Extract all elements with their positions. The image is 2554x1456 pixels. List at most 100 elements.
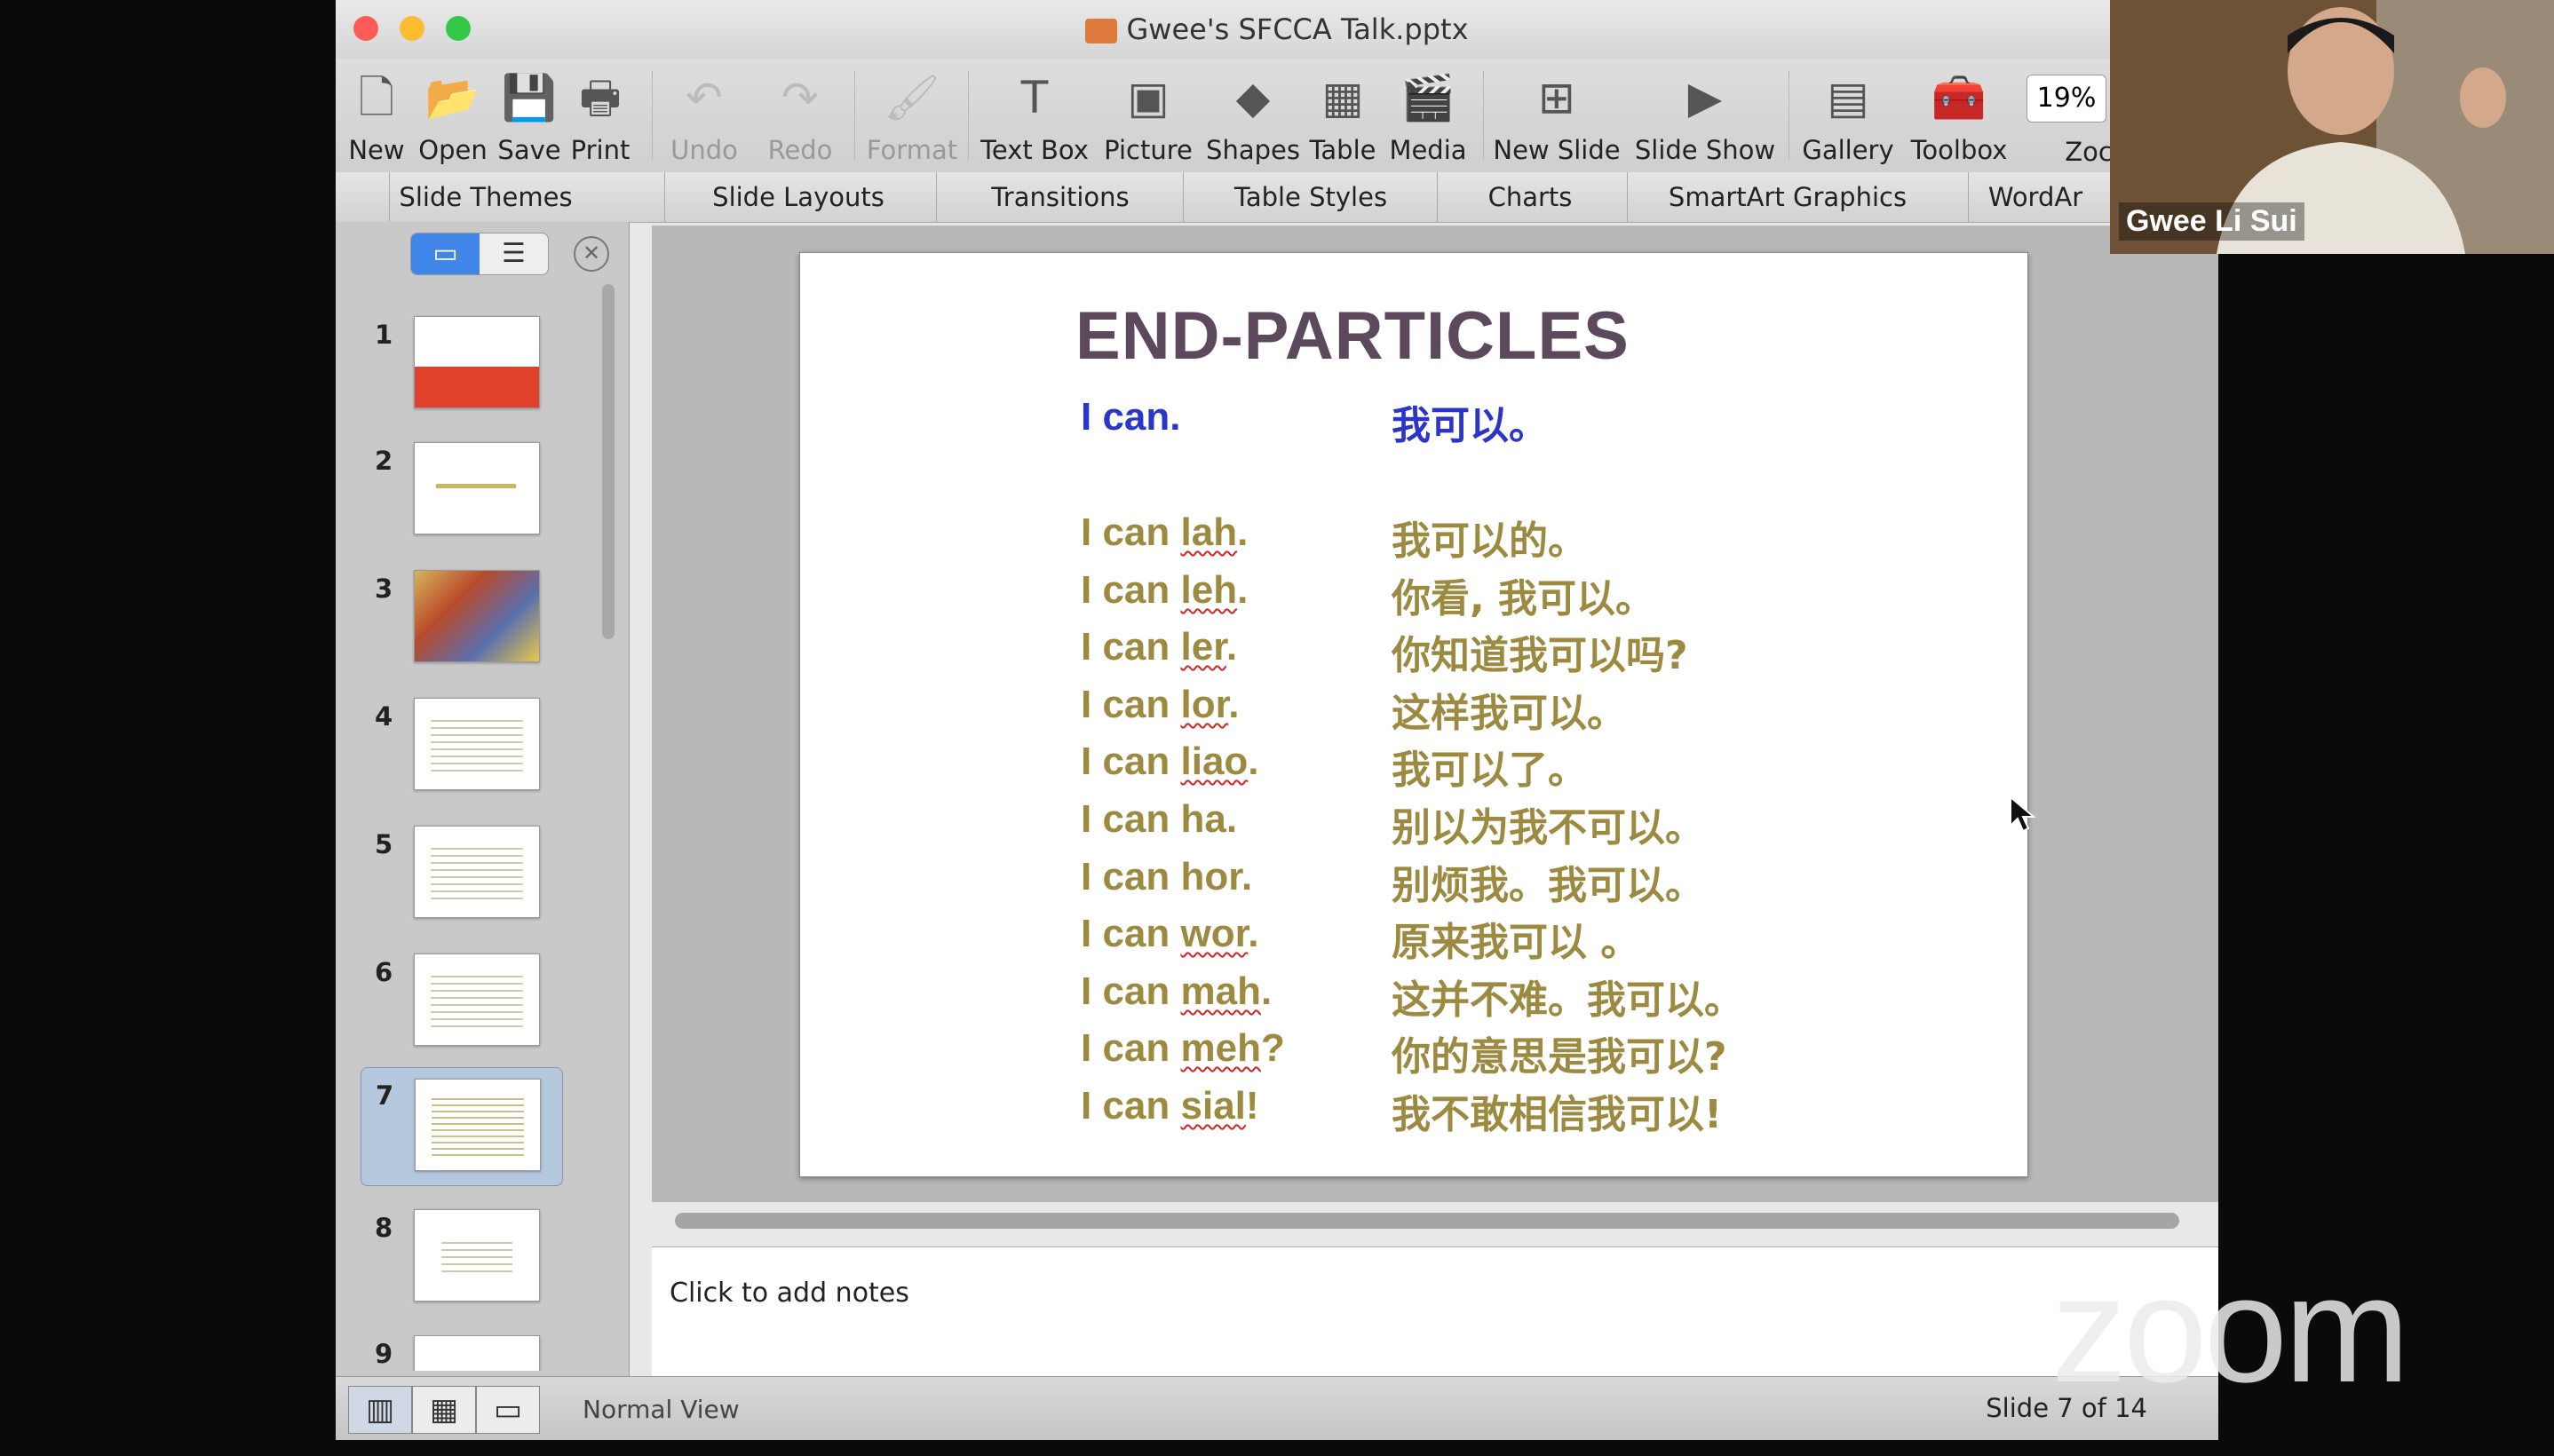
row-english[interactable]: I can ha. [1081,797,1237,842]
undo-icon: ↶ [686,72,723,123]
toolbar-separator [652,71,653,160]
row-english[interactable]: I can wor. [1081,912,1259,956]
row-chinese[interactable]: 这并不难。我可以。 [1392,968,1743,1025]
picture-button[interactable]: ▣ Picture [1099,67,1197,165]
row-chinese[interactable]: 你看, 我可以。 [1392,566,1654,623]
thumbnail-slide-5[interactable]: 5 [336,826,602,946]
print-button[interactable]: 🖶 Print [565,67,636,165]
row-chinese[interactable]: 原来我可以 。 [1392,910,1639,967]
gallery-button[interactable]: ▤ Gallery [1799,67,1897,165]
row-english[interactable]: I can sial! [1081,1084,1259,1128]
thumbnail-image [414,1335,540,1371]
current-slide[interactable]: END-PARTICLES I can. 我可以。 I can lah. 我可以的… [799,252,2028,1177]
save-icon: 💾 [501,72,558,123]
row-chinese[interactable]: 你的意思是我可以? [1392,1025,1727,1081]
row-chinese[interactable]: 别烦我。我可以。 [1392,853,1704,910]
slides-view-button[interactable]: ▭ [411,233,480,274]
participant-video: Gwee Li Sui [2110,0,2554,254]
thumbnail-number: 7 [376,1080,394,1111]
row-chinese[interactable]: 我可以的。 [1392,509,1587,566]
pptx-file-icon [1085,19,1118,44]
row-suffix: . [1225,797,1238,841]
tab-wordart[interactable]: WordAr [1968,172,2102,222]
thumbnail-slide-8[interactable]: 8 [336,1209,602,1330]
header-chinese[interactable]: 我可以。 [1392,393,1548,450]
row-suffix: . [1260,969,1273,1013]
slide-show-button[interactable]: ▶ Slide Show [1634,67,1776,165]
row-chinese[interactable]: 你知道我可以吗? [1392,623,1688,680]
toolbar-separator [968,71,969,160]
format-button[interactable]: 🖌 Format [863,67,961,165]
thumbnail-slide-1[interactable]: 1 [336,316,602,437]
row-suffix: . [1241,855,1253,898]
media-button[interactable]: 🎬 Media [1384,67,1472,165]
status-bar: ▥ ▦ ▭ Normal View Slide 7 of 14 [336,1376,2218,1440]
thumbnails-scrollbar[interactable] [602,284,615,639]
redo-button[interactable]: ↷ Redo [760,67,840,165]
row-chinese[interactable]: 这样我可以。 [1392,681,1626,738]
elements-gallery-ribbon: Slide Themes Slide Layouts Transitions T… [336,172,2218,223]
thumbnail-slide-9[interactable]: 9 [336,1335,602,1371]
thumbnail-slide-7[interactable]: 7 [361,1067,563,1186]
shapes-button[interactable]: ◆ Shapes [1206,67,1300,165]
tab-transitions[interactable]: Transitions [936,172,1184,222]
row-chinese[interactable]: 我不敢相信我可以! [1392,1082,1722,1139]
row-chinese[interactable]: 别以为我不可以。 [1392,795,1704,852]
thumbnail-number: 1 [375,320,393,350]
text-box-icon: T [1020,72,1049,123]
slide-sorter-button[interactable]: ▦ [412,1386,476,1434]
gallery-icon: ▤ [1827,72,1869,123]
open-button[interactable]: 📂 Open [417,67,488,165]
thumbnail-number: 6 [375,957,393,987]
normal-view-button[interactable]: ▥ [348,1386,412,1434]
horizontal-scrollbar[interactable] [675,1213,2179,1229]
slide-title[interactable]: END-PARTICLES [1075,297,1630,375]
row-english[interactable]: I can lor. [1081,683,1240,727]
close-panel-icon[interactable]: ✕ [574,236,609,272]
thumbnail-image [414,316,540,408]
media-icon: 🎬 [1400,72,1456,123]
notes-pane[interactable]: Click to add notes [652,1246,2218,1377]
thumbnail-slide-3[interactable]: 3 [336,570,602,691]
tab-slide-layouts[interactable]: Slide Layouts [664,172,932,222]
header-english[interactable]: I can. [1081,395,1181,439]
thumbnail-slide-6[interactable]: 6 [336,954,602,1074]
save-label: Save [497,135,561,165]
toolbar-separator [1483,71,1484,160]
shapes-icon: ◆ [1235,72,1271,123]
print-icon: 🖶 [579,72,622,123]
thumbnail-slide-2[interactable]: 2 [336,442,602,563]
row-english[interactable]: I can liao. [1081,740,1259,784]
view-name: Normal View [583,1395,740,1424]
row-prefix: I can [1081,797,1181,841]
row-prefix: I can [1081,969,1181,1013]
thumbnail-image [414,1209,540,1302]
thumbnail-slide-4[interactable]: 4 [336,698,602,819]
tab-charts[interactable]: Charts [1437,172,1622,222]
row-prefix: I can [1081,1026,1181,1070]
row-english[interactable]: I can hor. [1081,855,1252,899]
tab-table-styles[interactable]: Table Styles [1183,172,1438,222]
text-box-button[interactable]: T Text Box [979,67,1091,165]
tab-smartart-graphics[interactable]: SmartArt Graphics [1627,172,1947,222]
row-chinese[interactable]: 我可以了。 [1392,738,1587,795]
row-particle: ler [1180,625,1226,669]
save-button[interactable]: 💾 Save [494,67,565,165]
row-english[interactable]: I can ler. [1081,625,1237,669]
tab-slide-themes[interactable]: Slide Themes [389,172,582,222]
zoom-field[interactable]: 19% [2027,75,2106,123]
row-english[interactable]: I can leh. [1081,568,1248,613]
toolbox-button[interactable]: 🧰 Toolbox [1906,67,2012,165]
outline-view-button[interactable]: ☰ [480,233,548,274]
row-english[interactable]: I can lah. [1081,510,1248,555]
undo-button[interactable]: ↶ Undo [664,67,744,165]
thumbnail-image [414,826,540,918]
row-english[interactable]: I can mah. [1081,969,1272,1014]
new-button[interactable]: 🗋 New [345,67,408,165]
participant-name: Gwee Li Sui [2119,202,2304,241]
new-slide-button[interactable]: ⊞ New Slide [1490,67,1623,165]
media-label: Media [1389,135,1467,165]
slide-show-view-button[interactable]: ▭ [476,1386,540,1434]
row-english[interactable]: I can meh? [1081,1026,1285,1071]
table-button[interactable]: ▦ Table [1307,67,1378,165]
